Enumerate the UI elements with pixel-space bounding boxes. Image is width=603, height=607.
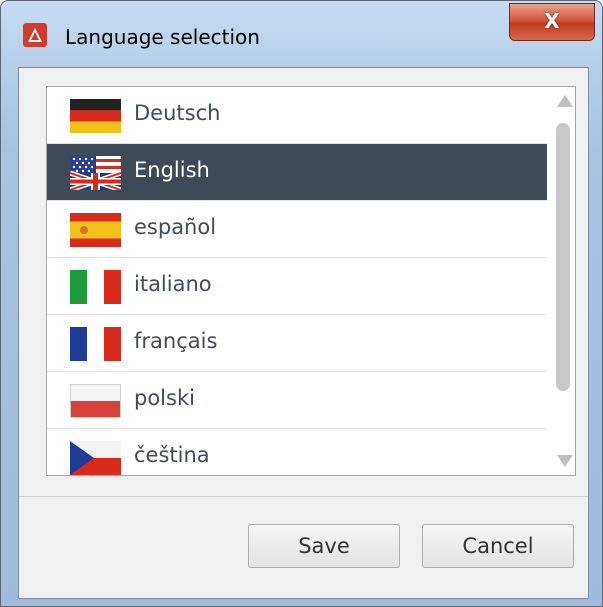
language-label: polski (134, 386, 195, 410)
save-button[interactable]: Save (248, 524, 400, 568)
france-flag-icon (70, 327, 121, 361)
spain-flag-icon (70, 213, 121, 247)
language-item-italiano[interactable]: italiano (47, 258, 547, 315)
dialog-body: Deutsch English español italiano françai… (18, 67, 589, 599)
footer-divider (19, 496, 588, 497)
scroll-up-arrow-icon[interactable] (557, 95, 573, 107)
language-list-items: Deutsch English español italiano françai… (47, 87, 547, 475)
app-logo-icon (23, 23, 47, 47)
list-scrollbar[interactable] (552, 87, 575, 475)
language-list[interactable]: Deutsch English español italiano françai… (46, 86, 576, 476)
czech-flag-icon (70, 441, 121, 475)
language-item-cestina[interactable]: čeština (47, 429, 547, 475)
language-label: italiano (134, 272, 212, 296)
close-button[interactable]: X (509, 3, 595, 41)
germany-flag-icon (70, 99, 121, 133)
scroll-down-arrow-icon[interactable] (557, 455, 573, 467)
language-item-deutsch[interactable]: Deutsch (47, 87, 547, 144)
language-label: Deutsch (134, 101, 221, 125)
language-label: English (134, 158, 210, 182)
language-item-espanol[interactable]: español (47, 201, 547, 258)
poland-flag-icon (70, 384, 121, 418)
language-label: español (134, 215, 217, 239)
uk-us-flag-icon (70, 156, 121, 190)
language-selection-dialog: Language selection X Deutsch English esp… (0, 0, 603, 607)
language-label: čeština (134, 443, 210, 467)
language-item-polski[interactable]: polski (47, 372, 547, 429)
language-item-francais[interactable]: français (47, 315, 547, 372)
italy-flag-icon (70, 270, 121, 304)
window-title: Language selection (65, 25, 260, 49)
language-label: français (134, 329, 218, 353)
scrollbar-thumb[interactable] (556, 123, 570, 391)
language-item-english[interactable]: English (47, 144, 547, 201)
cancel-button[interactable]: Cancel (422, 524, 574, 568)
title-bar[interactable]: Language selection X (1, 1, 602, 49)
